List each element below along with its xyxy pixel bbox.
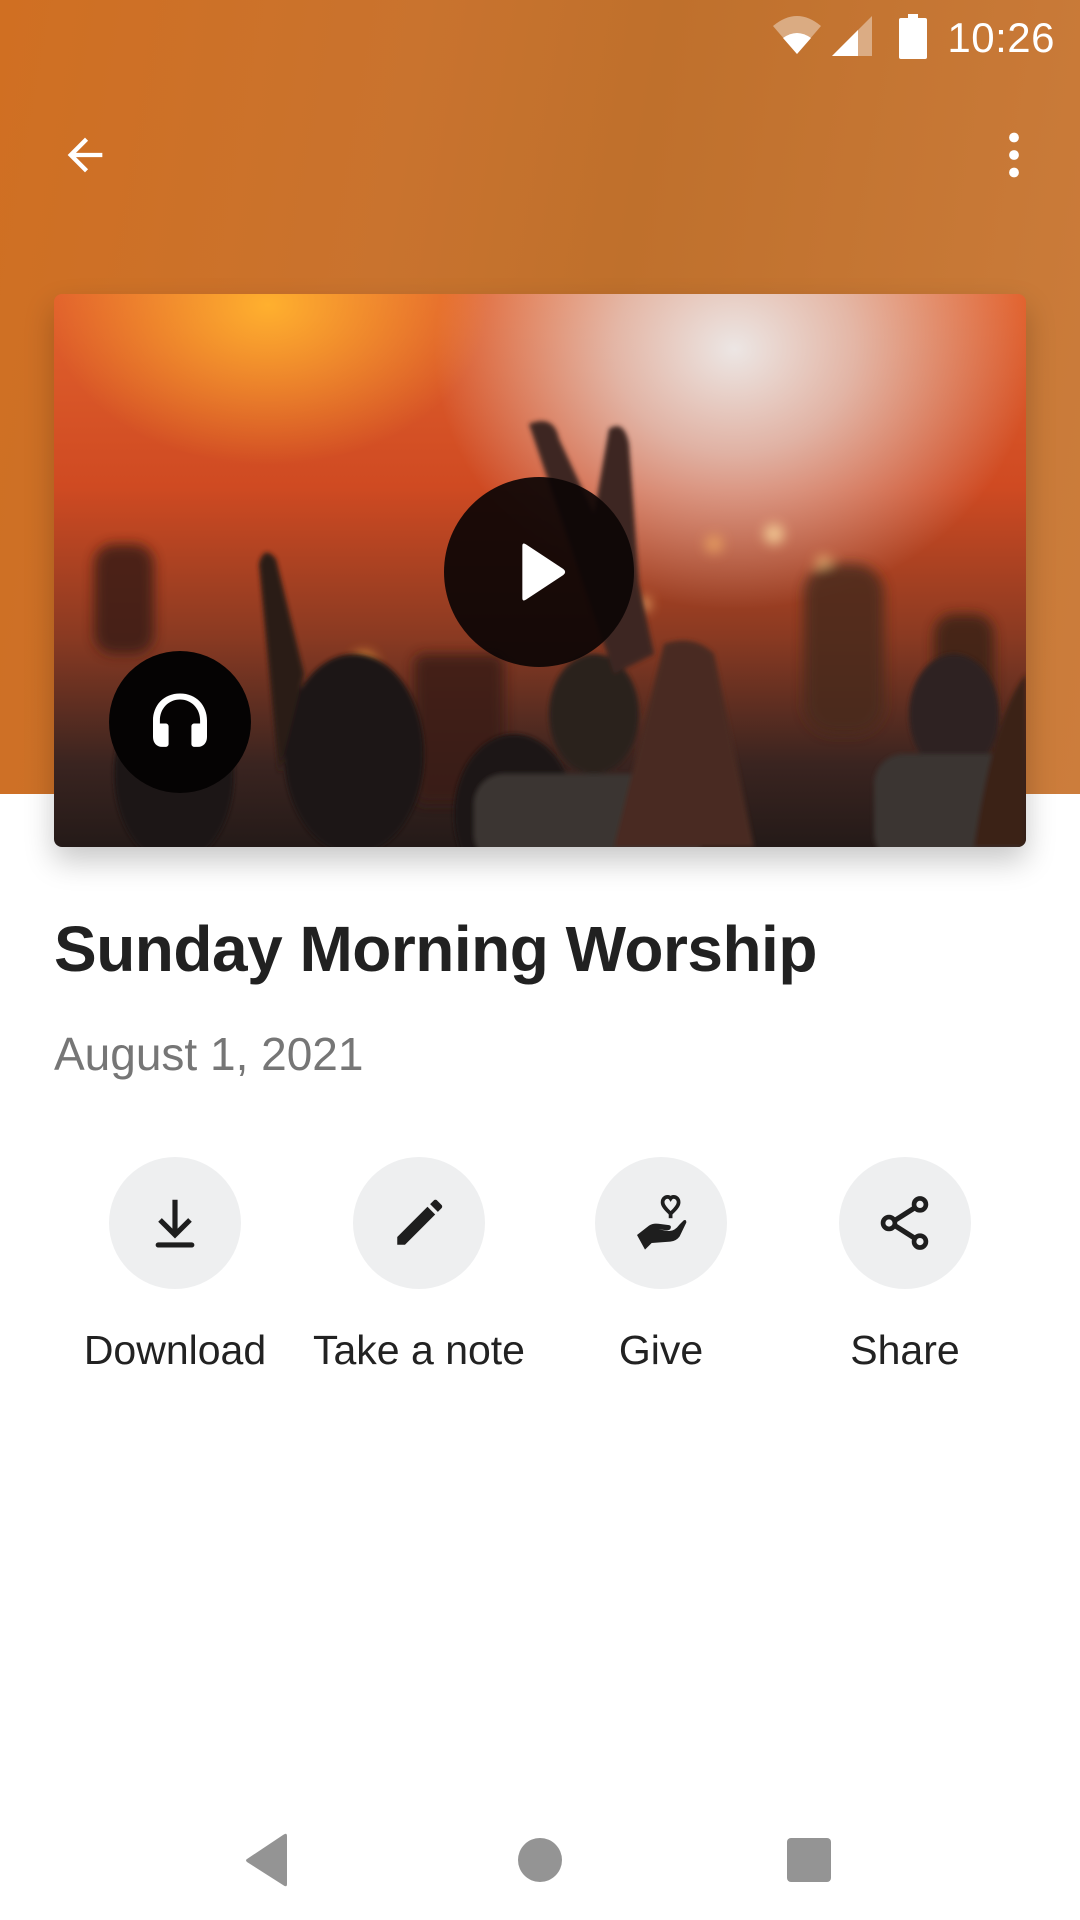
wifi-icon xyxy=(773,16,821,54)
share-icon xyxy=(880,1196,929,1250)
download-icon xyxy=(155,1199,195,1248)
give-button[interactable]: Give xyxy=(539,1157,783,1374)
headphones-icon xyxy=(153,693,207,747)
nav-home-icon xyxy=(518,1838,562,1882)
battery-icon xyxy=(899,14,927,59)
take-note-button[interactable]: Take a note xyxy=(297,1157,541,1374)
play-button[interactable] xyxy=(444,477,634,667)
status-time: 10:26 xyxy=(947,14,1055,61)
take-note-label: Take a note xyxy=(313,1327,525,1373)
give-circle xyxy=(595,1157,727,1289)
give-label: Give xyxy=(618,1327,704,1373)
share-circle xyxy=(839,1157,971,1289)
play-icon xyxy=(522,543,566,601)
share-button[interactable]: Share xyxy=(783,1157,1027,1374)
sermon-title: Sunday Morning Worship xyxy=(54,913,817,985)
arrow-back-icon xyxy=(67,137,103,173)
status-bar: 10:26 xyxy=(0,0,1080,78)
system-nav-bar xyxy=(0,1790,1080,1920)
nav-home-button[interactable] xyxy=(490,1810,590,1910)
nav-back-icon xyxy=(246,1833,287,1887)
take-note-circle xyxy=(353,1157,485,1289)
more-options-button[interactable] xyxy=(969,110,1059,200)
hand-heart-icon xyxy=(637,1194,687,1250)
action-bar: Download Take a note Give Share xyxy=(0,1157,1080,1397)
sermon-date: August 1, 2021 xyxy=(54,1028,364,1080)
nav-recents-button[interactable] xyxy=(759,1810,859,1910)
nav-back-button[interactable] xyxy=(217,1810,317,1910)
download-label: Download xyxy=(83,1327,267,1373)
download-button[interactable]: Download xyxy=(53,1157,297,1374)
share-label: Share xyxy=(850,1327,960,1373)
listen-audio-button[interactable] xyxy=(109,651,251,793)
nav-recents-icon xyxy=(787,1838,831,1882)
download-circle xyxy=(109,1157,241,1289)
cell-signal-icon xyxy=(832,16,872,56)
back-button[interactable] xyxy=(40,110,130,200)
more-vert-icon xyxy=(1009,132,1019,178)
pencil-icon xyxy=(397,1199,443,1245)
